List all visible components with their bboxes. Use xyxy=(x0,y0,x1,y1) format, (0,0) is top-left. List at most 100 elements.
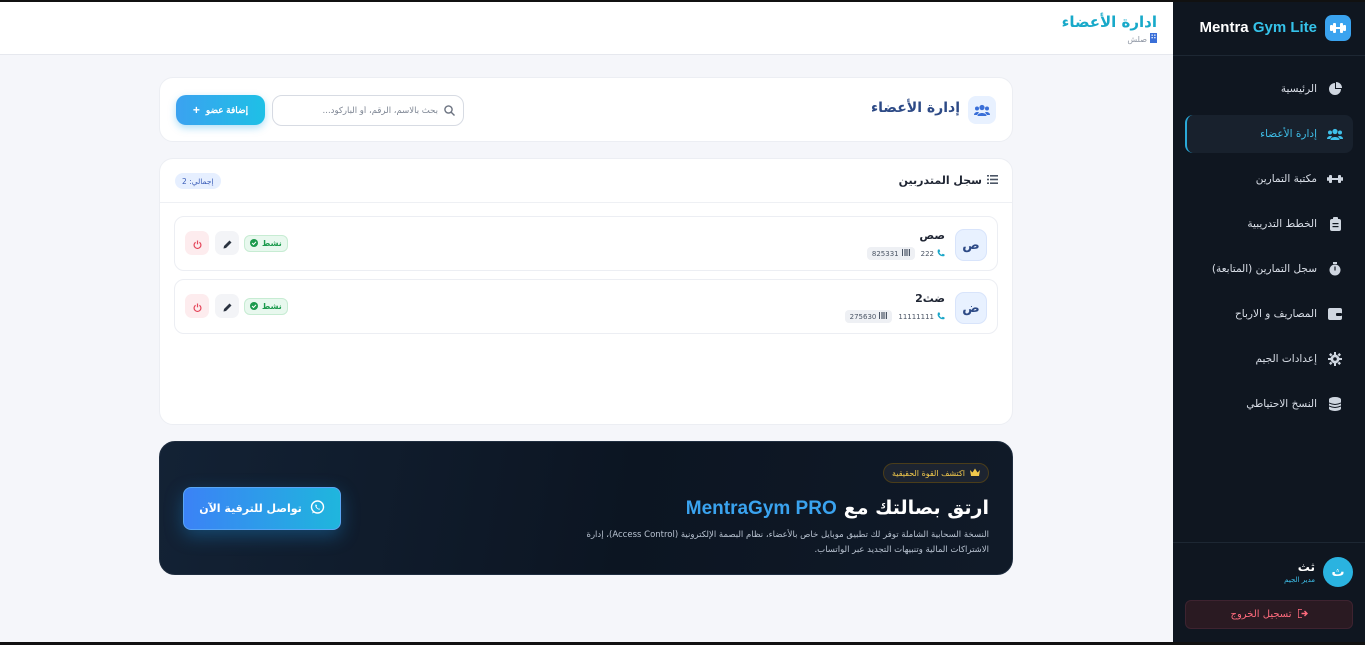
clipboard-icon xyxy=(1327,216,1343,232)
users-icon xyxy=(968,96,996,124)
sidebar-item-label: النسخ الاحتياطي xyxy=(1246,398,1317,410)
sidebar-item-label: الرئيسية xyxy=(1280,83,1317,95)
sidebar-item-label: إدارة الأعضاء xyxy=(1260,128,1317,140)
status-badge: نشط xyxy=(244,235,288,252)
member-avatar: ض xyxy=(955,292,987,324)
sidebar-item-expenses-profits[interactable]: المصاريف و الارباح xyxy=(1185,295,1353,333)
window-top-border xyxy=(0,0,1365,2)
member-name: ضث2 xyxy=(915,292,945,305)
wallet-icon xyxy=(1327,306,1343,322)
sidebar-item-label: مكتبة التمارين xyxy=(1255,173,1317,185)
promo-description: النسخة السحابية الشاملة توفر لك تطبيق مو… xyxy=(586,530,990,555)
upgrade-contact-label: تواصل للترقية الآن xyxy=(199,502,302,515)
brand: Mentra Gym Lite xyxy=(1173,0,1365,56)
dumbbell-icon xyxy=(1327,171,1343,187)
logout-label: تسجيل الخروج xyxy=(1230,609,1292,620)
logout-icon xyxy=(1296,607,1308,621)
whatsapp-icon xyxy=(310,499,325,518)
list-icon xyxy=(987,174,998,187)
sidebar-footer: ث ثث مدير الجيم تسجيل الخروج xyxy=(1173,542,1365,645)
search-icon xyxy=(444,101,455,120)
members-list-card: سجل المتدربين إجمالي: 2 ص صص 222 825331 … xyxy=(159,158,1013,425)
member-barcode-text: 275630 xyxy=(849,312,877,321)
topbar: ادارة الأعضاء صلش xyxy=(0,2,1173,55)
logout-button[interactable]: تسجيل الخروج xyxy=(1185,600,1353,629)
sidebar-item-label: الخطط التدريبية xyxy=(1247,218,1317,230)
member-name: صص xyxy=(919,229,945,242)
power-icon xyxy=(193,297,202,316)
member-phone-text: 11111111 xyxy=(898,312,934,321)
sidebar-item-training-plans[interactable]: الخطط التدريبية xyxy=(1185,205,1353,243)
gym-name: صلش xyxy=(1127,33,1157,45)
brand-name: Mentra Gym Lite xyxy=(1199,19,1317,36)
promo-title: ارتق بصالتك مع MentraGym PRO xyxy=(686,497,989,520)
promo-title-text: ارتق بصالتك مع xyxy=(843,497,989,519)
pencil-icon xyxy=(223,297,232,316)
crown-icon xyxy=(970,468,980,478)
check-circle-icon xyxy=(250,238,258,249)
gear-icon xyxy=(1327,351,1343,367)
member-meta: 222 825331 xyxy=(866,247,945,260)
gym-name-text: صلش xyxy=(1127,34,1147,44)
list-title: سجل المتدربين xyxy=(899,174,998,187)
status-badge: نشط xyxy=(244,298,288,315)
sidebar-item-label: سجل التمارين (المتابعة) xyxy=(1211,263,1317,275)
table-row[interactable]: ض ضث2 11111111 275630 نشط xyxy=(174,279,998,334)
stopwatch-icon xyxy=(1327,261,1343,277)
search-input[interactable] xyxy=(281,105,438,116)
upgrade-banner: اكتشف القوة الحقيقية ارتق بصالتك مع Ment… xyxy=(159,441,1013,575)
sidebar-item-exercise-library[interactable]: مكتبة التمارين xyxy=(1185,160,1353,198)
members-header-card: إدارة الأعضاء إضافة عضو + xyxy=(159,77,1013,142)
promo-brand: MentraGym PRO xyxy=(685,498,837,519)
deactivate-button[interactable] xyxy=(185,294,209,318)
member-phone: 222 xyxy=(921,249,945,259)
phone-icon xyxy=(937,312,945,322)
status-label: نشط xyxy=(262,239,282,248)
total-badge: إجمالي: 2 xyxy=(175,173,221,189)
sidebar-item-members[interactable]: إدارة الأعضاء xyxy=(1185,115,1353,153)
deactivate-button[interactable] xyxy=(185,231,209,255)
phone-icon xyxy=(937,249,945,259)
edit-button[interactable] xyxy=(215,294,239,318)
sidebar-item-workout-log[interactable]: سجل التمارين (المتابعة) xyxy=(1185,250,1353,288)
sidebar-item-gym-settings[interactable]: إعدادات الجيم xyxy=(1185,340,1353,378)
promo-pill: اكتشف القوة الحقيقية xyxy=(882,463,989,483)
member-barcode: 275630 xyxy=(844,310,893,323)
sidebar-item-backup[interactable]: النسخ الاحتياطي xyxy=(1185,385,1353,423)
member-meta: 11111111 275630 xyxy=(844,310,945,323)
sidebar-item-label: إعدادات الجيم xyxy=(1255,353,1317,365)
upgrade-contact-button[interactable]: تواصل للترقية الآن xyxy=(183,487,341,530)
list-title-text: سجل المتدربين xyxy=(898,174,982,187)
member-phone: 11111111 xyxy=(898,312,945,322)
sidebar: Mentra Gym Lite الرئيسية إدارة الأعضاء م… xyxy=(1173,0,1365,645)
users-icon xyxy=(1327,126,1343,142)
barcode-icon xyxy=(879,312,888,321)
status-label: نشط xyxy=(262,302,282,311)
pie-chart-icon xyxy=(1327,81,1343,97)
promo-pill-text: اكتشف القوة الحقيقية xyxy=(891,468,965,478)
database-icon xyxy=(1327,396,1343,412)
list-header: سجل المتدربين إجمالي: 2 xyxy=(160,159,1012,203)
avatar: ث xyxy=(1323,557,1353,587)
check-circle-icon xyxy=(250,301,258,312)
dumbbell-logo-icon xyxy=(1325,14,1351,41)
building-icon xyxy=(1150,33,1157,45)
member-barcode-text: 825331 xyxy=(871,249,899,258)
add-member-label: إضافة عضو xyxy=(205,104,249,115)
power-icon xyxy=(193,234,202,253)
member-phone-text: 222 xyxy=(920,249,934,258)
sidebar-item-home[interactable]: الرئيسية xyxy=(1185,70,1353,108)
section-title: إدارة الأعضاء xyxy=(871,100,960,116)
add-member-button[interactable]: إضافة عضو + xyxy=(176,95,265,125)
barcode-icon xyxy=(901,249,910,258)
edit-button[interactable] xyxy=(215,231,239,255)
pencil-icon xyxy=(223,234,232,253)
sidebar-nav: الرئيسية إدارة الأعضاء مكتبة التمارين ال… xyxy=(1173,56,1365,423)
search-box xyxy=(272,95,464,126)
plus-icon: + xyxy=(192,103,200,117)
member-avatar: ص xyxy=(955,229,987,261)
user-profile: ث ثث مدير الجيم xyxy=(1173,543,1365,587)
table-row[interactable]: ص صص 222 825331 نشط xyxy=(174,216,998,271)
member-barcode: 825331 xyxy=(866,247,915,260)
page-title: ادارة الأعضاء xyxy=(1061,13,1157,31)
